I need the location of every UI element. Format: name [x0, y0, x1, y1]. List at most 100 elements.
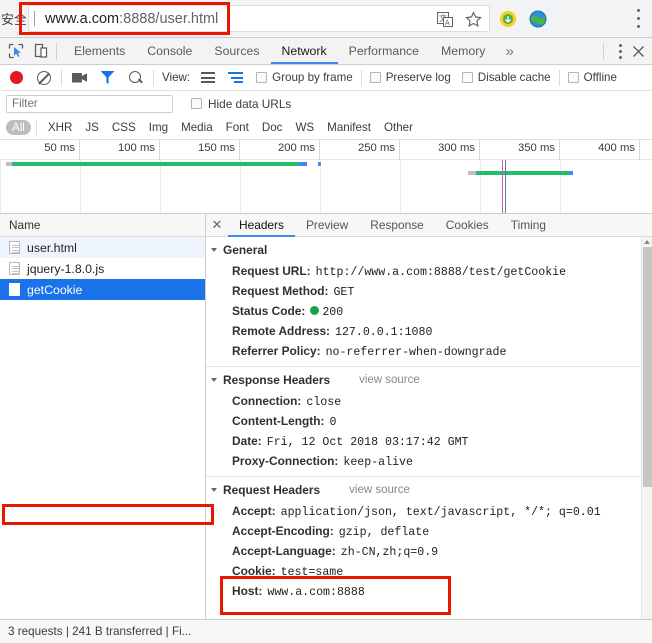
type-filter-font[interactable]: Font [220, 120, 255, 135]
overview-request-bar [6, 162, 307, 166]
group-by-frame-checkbox[interactable]: Group by frame [256, 71, 353, 84]
waterfall-view-icon[interactable] [226, 68, 245, 87]
address-bar[interactable]: www.a.com:8888/user.html 文 A [28, 5, 490, 32]
network-toolbar: View: Group by frame Preserve log Disabl… [0, 65, 652, 91]
security-label: 安全 [1, 12, 26, 27]
preserve-log-checkbox[interactable]: Preserve log [369, 71, 451, 84]
annotation-getcookie-highlight [2, 504, 214, 525]
overview-request-bar [468, 171, 573, 175]
checkbox-box [191, 98, 202, 109]
response-header-connection: Connection: close [206, 391, 652, 411]
translate-icon[interactable]: 文 A [436, 10, 455, 29]
header-actions-divider [603, 42, 604, 60]
tab-performance[interactable]: Performance [338, 38, 430, 64]
disable-cache-checkbox[interactable]: Disable cache [461, 71, 551, 84]
checkbox-box [369, 72, 381, 83]
checkbox-box [461, 72, 473, 83]
details-tab-response[interactable]: Response [359, 214, 435, 237]
hide-data-urls-checkbox[interactable]: Hide data URLs [191, 97, 291, 111]
devtools-close-icon[interactable] [629, 42, 648, 61]
tab-console[interactable]: Console [136, 38, 203, 64]
type-filter-img[interactable]: Img [143, 120, 174, 135]
view-source-link[interactable]: view source [349, 484, 410, 496]
details-tab-preview[interactable]: Preview [295, 214, 359, 237]
type-filter-xhr[interactable]: XHR [42, 120, 78, 135]
funnel-icon[interactable] [98, 68, 117, 87]
toolbar-divider-3 [360, 69, 362, 86]
request-row-jquery[interactable]: jquery-1.8.0.js [0, 258, 205, 279]
response-header-proxy-connection: Proxy-Connection: keep-alive [206, 451, 652, 471]
overview-ruler: 50 ms 100 ms 150 ms 200 ms 250 ms 300 ms… [0, 140, 652, 160]
header-key: Accept-Language: [232, 543, 336, 558]
request-row-getcookie[interactable]: getCookie [0, 279, 205, 300]
header-value: keep-alive [343, 455, 413, 469]
type-filter-doc[interactable]: Doc [256, 120, 289, 135]
tab-elements[interactable]: Elements [63, 38, 136, 64]
offline-checkbox[interactable]: Offline [567, 71, 617, 84]
type-filter-manifest[interactable]: Manifest [321, 120, 377, 135]
chevron-down-icon [211, 488, 217, 492]
network-panes: Name user.html jquery-1.8.0.js getCookie [0, 214, 652, 643]
header-value: www.a.com:8888 [267, 585, 365, 599]
browser-toolbar: 安全 www.a.com:8888/user.html 文 A [0, 0, 652, 37]
star-icon[interactable] [464, 10, 483, 29]
type-filter-other[interactable]: Other [378, 120, 419, 135]
type-filter-css[interactable]: CSS [106, 120, 142, 135]
extension-yellow-icon[interactable] [498, 9, 517, 28]
response-header-content-length: Content-Length: 0 [206, 411, 652, 431]
request-headers-section-title[interactable]: Request Headers view source [206, 477, 652, 501]
record-button[interactable] [7, 68, 26, 87]
request-header-accept-language: Accept-Language: zh-CN,zh;q=0.9 [206, 541, 652, 561]
clear-icon[interactable] [34, 68, 53, 87]
search-icon[interactable] [126, 68, 145, 87]
general-remote-address: Remote Address: 127.0.0.1:1080 [206, 321, 652, 341]
browser-menu-icon[interactable] [631, 9, 645, 28]
details-tab-timing[interactable]: Timing [500, 214, 557, 237]
request-list-pane: Name user.html jquery-1.8.0.js getCookie [0, 214, 214, 643]
request-header-host: Host: www.a.com:8888 [206, 581, 652, 601]
section-label: Request Headers [223, 483, 321, 497]
request-name: jquery-1.8.0.js [27, 261, 105, 276]
text-caret [34, 11, 35, 26]
header-value: zh-CN,zh;q=0.9 [340, 545, 439, 559]
svg-text:A: A [445, 20, 450, 27]
header-key: Request URL: [232, 263, 311, 278]
header-value: 0 [329, 415, 337, 429]
camera-icon[interactable] [70, 68, 89, 87]
details-scrollbar[interactable] [641, 237, 652, 643]
filter-row: Hide data URLs [0, 91, 652, 116]
type-filter-all[interactable]: All [6, 120, 31, 135]
tab-network[interactable]: Network [271, 38, 338, 64]
chevron-down-icon [211, 378, 217, 382]
tab-sources[interactable]: Sources [203, 38, 270, 64]
type-filter-ws[interactable]: WS [289, 120, 320, 135]
response-headers-section-title[interactable]: Response Headers view source [206, 367, 652, 391]
devtools-settings-icon[interactable] [613, 43, 627, 59]
header-key: Content-Length: [232, 413, 325, 428]
tab-memory[interactable]: Memory [430, 38, 496, 64]
details-tab-headers[interactable]: Headers [228, 214, 295, 237]
scrollbar-thumb[interactable] [643, 247, 652, 487]
overview-request-bar [318, 162, 321, 166]
details-close-icon[interactable]: ✕ [206, 217, 228, 233]
details-tab-cookies[interactable]: Cookies [435, 214, 500, 237]
overview-tick: 50 ms [0, 140, 80, 160]
type-filter-js[interactable]: JS [79, 120, 105, 135]
view-source-link[interactable]: view source [359, 374, 420, 386]
type-filter-media[interactable]: Media [175, 120, 219, 135]
network-overview[interactable]: 50 ms 100 ms 150 ms 200 ms 250 ms 300 ms… [0, 140, 652, 214]
filter-input[interactable] [6, 94, 173, 113]
request-row-user-html[interactable]: user.html [0, 237, 205, 258]
header-value: no-referrer-when-downgrade [325, 345, 507, 359]
response-header-date: Date: Fri, 12 Oct 2018 03:17:42 GMT [206, 431, 652, 451]
extension-globe-icon[interactable] [528, 9, 547, 28]
scroll-up-icon[interactable] [644, 240, 650, 244]
header-value: http://www.a.com:8888/test/getCookie [315, 265, 567, 279]
device-toolbar-icon[interactable] [31, 42, 50, 61]
inspect-cursor-icon[interactable] [6, 42, 25, 61]
request-list-header[interactable]: Name [0, 214, 205, 237]
general-section-title[interactable]: General [206, 237, 652, 261]
list-view-icon[interactable] [198, 68, 217, 87]
header-value: test=same [280, 565, 344, 579]
more-tabs-icon[interactable]: » [496, 43, 522, 60]
